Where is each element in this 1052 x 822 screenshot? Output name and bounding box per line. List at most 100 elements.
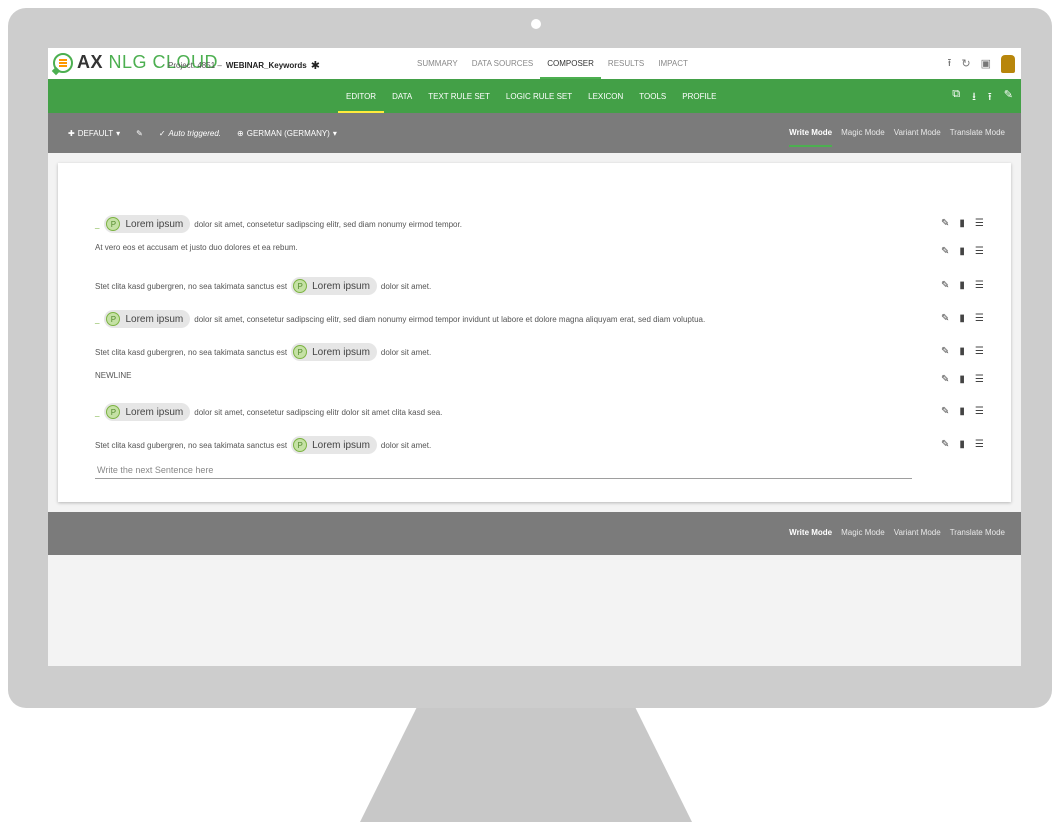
mode-write-mode[interactable]: Write Mode (789, 113, 833, 153)
default-label: DEFAULT (77, 128, 114, 138)
top-nav-data-sources[interactable]: DATA SOURCES (465, 48, 541, 79)
pencil-icon[interactable]: ✎ (941, 218, 949, 229)
tab-data[interactable]: DATA (384, 79, 420, 113)
sentence-row[interactable]: NEWLINE (95, 371, 131, 380)
trash-icon[interactable]: ▮ (959, 313, 965, 324)
trash-icon[interactable]: ▮ (959, 280, 965, 291)
trash-icon[interactable]: ▮ (959, 406, 965, 417)
mode-variant-mode[interactable]: Variant Mode (894, 512, 941, 555)
auto-trigger-toggle[interactable]: ✓ Auto triggered. (159, 129, 221, 138)
placeholder-chip[interactable]: P Lorem ipsum (104, 215, 191, 233)
mode-magic-mode[interactable]: Magic Mode (841, 512, 885, 555)
pencil-icon[interactable]: ✎ (941, 313, 949, 324)
sentence-row[interactable]: At vero eos et accusam et justo duo dolo… (95, 243, 298, 252)
line-marker-icon: _ (95, 219, 100, 229)
caret-down-icon: ▾ (332, 128, 337, 138)
mode-write-mode[interactable]: Write Mode (789, 512, 832, 555)
pencil-icon[interactable]: ✎ (941, 374, 949, 385)
download-icon[interactable]: ⭳ (972, 88, 976, 107)
trash-icon[interactable]: ▮ (959, 439, 965, 450)
list-icon[interactable]: ☰ (975, 374, 984, 385)
sentence-text: dolor sit amet. (380, 347, 432, 357)
list-icon[interactable]: ☰ (975, 406, 984, 417)
top-nav: SUMMARY DATA SOURCES COMPOSER RESULTS IMPACT (410, 48, 695, 79)
sentence-text: Stet clita kasd gubergren, no sea takima… (95, 440, 288, 450)
top-nav-summary[interactable]: SUMMARY (410, 48, 465, 79)
mode-translate-mode[interactable]: Translate Mode (950, 512, 1005, 555)
pencil-icon[interactable]: ✎ (941, 346, 949, 357)
monitor-stand (360, 708, 692, 822)
help-icon[interactable]: ▣ (981, 57, 991, 70)
tab-tools[interactable]: TOOLS (631, 79, 674, 113)
placeholder-chip[interactable]: P Lorem ipsum (291, 436, 377, 454)
chip-label: Lorem ipsum (312, 346, 370, 358)
list-icon[interactable]: ☰ (975, 346, 984, 357)
project-name: WEBINAR_Keywords (225, 61, 307, 70)
pencil-icon[interactable]: ✎ (941, 246, 949, 257)
placeholder-chip[interactable]: P Lorem ipsum (104, 403, 191, 421)
trash-icon[interactable]: ▮ (959, 346, 965, 357)
sentence-row[interactable]: _ P Lorem ipsum dolor sit amet, consetetur … (95, 310, 705, 328)
list-icon[interactable]: ☰ (975, 280, 984, 291)
mode-translate-mode[interactable]: Translate Mode (950, 113, 1005, 153)
gear-icon[interactable]: ✱ (311, 59, 320, 72)
tab-logic-rule-set[interactable]: LOGIC RULE SET (498, 79, 580, 113)
mode-tabs: Write Mode Magic Mode Variant Mode Translat… (789, 113, 1005, 153)
avatar[interactable] (1001, 54, 1015, 73)
next-sentence-input[interactable] (95, 463, 912, 479)
top-nav-composer[interactable]: COMPOSER (540, 48, 601, 79)
sentence-row[interactable]: Stet clita kasd gubergren, no sea takima… (95, 436, 431, 454)
row-actions: ✎ ▮ ☰ (941, 439, 984, 450)
top-nav-impact[interactable]: IMPACT (651, 48, 695, 79)
tab-lexicon[interactable]: LEXICON (580, 79, 631, 113)
editor-area: _ P Lorem ipsum dolor sit amet, consetetur … (48, 153, 1021, 512)
list-icon[interactable]: ☰ (975, 246, 984, 257)
trash-icon[interactable]: ▮ (959, 218, 965, 229)
placeholder-chip[interactable]: P Lorem ipsum (104, 310, 191, 328)
mode-label: Translate Mode (949, 528, 1005, 537)
mode-label: Magic Mode (841, 528, 885, 537)
list-icon[interactable]: ☰ (975, 439, 984, 450)
sentence-row[interactable]: _ P Lorem ipsum dolor sit amet, consetetur … (95, 215, 462, 233)
sentence-text: dolor sit amet, consetetur sadipscing el… (194, 314, 706, 324)
tab-text-rule-set[interactable]: TEXT RULE SET (420, 79, 498, 113)
open-external-icon[interactable]: ⧉ (952, 88, 960, 107)
tab-editor[interactable]: EDITOR (338, 79, 385, 113)
mode-variant-mode[interactable]: Variant Mode (894, 113, 941, 153)
chip-label: Lorem ipsum (312, 439, 370, 451)
bottom-area (48, 555, 1021, 666)
refresh-icon[interactable]: ↻ (961, 57, 970, 70)
sentence-row[interactable]: Stet clita kasd gubergren, no sea takima… (95, 343, 431, 361)
sentence-text: dolor sit amet. (380, 281, 432, 291)
editor-nav-bar: EDITOR DATA TEXT RULE SET LOGIC RULE SET LEX… (48, 79, 1021, 113)
camera-dot (531, 19, 541, 29)
project-prefix: Project: 4851 – (168, 61, 222, 70)
tab-profile[interactable]: PROFILE (674, 79, 724, 113)
sentence-row[interactable]: _ P Lorem ipsum dolor sit amet, consetetur … (95, 403, 442, 421)
p-badge-icon: P (293, 279, 308, 293)
pencil-icon[interactable]: ✎ (941, 406, 949, 417)
sentence-row[interactable]: Stet clita kasd gubergren, no sea takima… (95, 277, 431, 295)
pencil-icon[interactable]: ✎ (1004, 88, 1013, 107)
mode-label: Magic Mode (841, 128, 885, 137)
upload-icon[interactable]: ⭱ (988, 88, 992, 107)
list-icon[interactable]: ☰ (975, 313, 984, 324)
mode-label: Variant Mode (893, 128, 941, 137)
top-nav-results[interactable]: RESULTS (601, 48, 651, 79)
screen: AX NLG CLOUD Project: 4851 – WEBINAR_Key… (48, 48, 1021, 666)
p-badge-icon: P (106, 217, 121, 231)
pencil-icon[interactable]: ✎ (941, 280, 949, 291)
trash-icon[interactable]: ▮ (959, 374, 965, 385)
sentence-text: dolor sit amet, consetetur sadipscing el… (194, 407, 443, 417)
placeholder-chip[interactable]: P Lorem ipsum (291, 343, 377, 361)
edit-button[interactable]: ✎ (136, 129, 143, 138)
list-icon[interactable]: ☰ (975, 218, 984, 229)
trash-icon[interactable]: ▮ (959, 246, 965, 257)
line-marker-icon: _ (95, 314, 100, 324)
placeholder-chip[interactable]: P Lorem ipsum (291, 277, 377, 295)
default-dropdown[interactable]: ✚ DEFAULT ▾ (68, 129, 120, 138)
upload-icon[interactable]: ⭱ (948, 54, 952, 73)
mode-magic-mode[interactable]: Magic Mode (841, 113, 885, 153)
language-dropdown[interactable]: ⊕ GERMAN (GERMANY) ▾ (237, 129, 337, 138)
pencil-icon[interactable]: ✎ (941, 439, 949, 450)
